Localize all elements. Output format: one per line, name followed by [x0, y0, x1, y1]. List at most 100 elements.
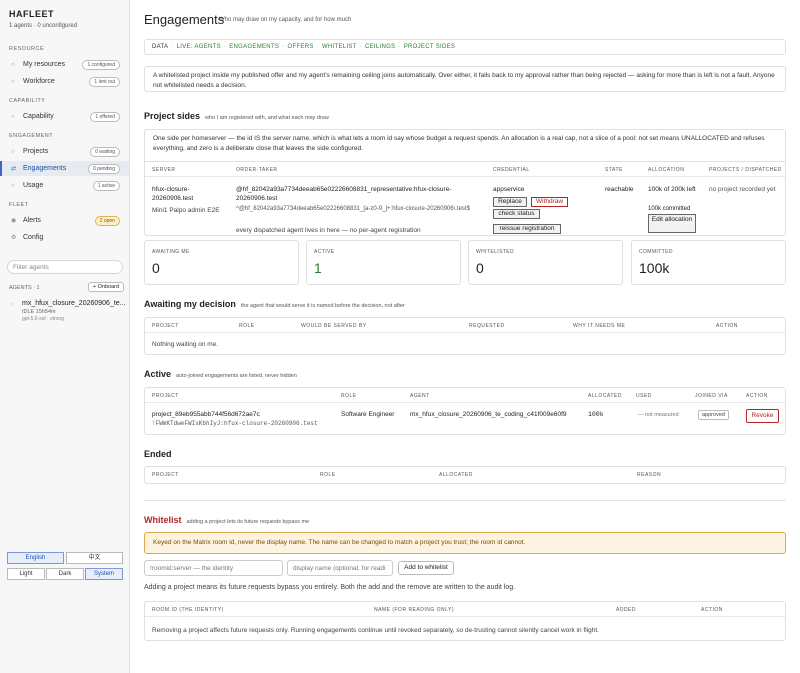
theme-dark-button[interactable]: Dark: [46, 568, 84, 580]
dot-icon: ◉: [11, 218, 17, 224]
whitelist-table: ROOM ID (THE IDENTITY) NAME (FOR READING…: [144, 601, 786, 641]
check-status-button[interactable]: check status: [493, 209, 540, 219]
count-pill: 1 lent out: [89, 77, 120, 87]
link-whitelist[interactable]: WHITELIST: [322, 44, 357, 50]
awaiting-empty: Nothing waiting on me.: [152, 341, 219, 348]
project-sides-table: SERVER ORDER-TAKER CREDENTIAL STATE ALLO…: [144, 161, 786, 236]
order-taker-id: @hf_82042a93a7734deeab65e02226608831_rep…: [236, 186, 452, 202]
count-pill: 0 pending: [88, 164, 120, 174]
count-pill: 1 active: [92, 181, 120, 191]
agent-status: IDLE 15h54m: [22, 309, 56, 315]
stat-committed: COMMITTED 100k: [631, 240, 786, 285]
data-label: DATA: [152, 44, 169, 50]
whitelist-warning: Keyed on the Matrix room id, never the d…: [144, 532, 786, 554]
display-name-input[interactable]: display name (optional, for readi: [287, 560, 393, 576]
server-name: hfux-closure-20260906.test: [152, 186, 194, 202]
reissue-registration-button[interactable]: reissue registration: [493, 224, 561, 234]
lang-english-button[interactable]: English: [7, 552, 64, 564]
section-fleet: FLEET: [9, 202, 29, 208]
sidebar-item-engagements[interactable]: ⇄ Engagements 0 pending: [0, 161, 129, 176]
sidebar-item-my-resources[interactable]: ○ My resources 1 configured: [0, 57, 129, 72]
sidebar-item-config[interactable]: ⚙ Config: [0, 230, 129, 245]
circle-icon: ○: [11, 113, 15, 120]
sidebar-item-alerts[interactable]: ◉ Alerts 2 open: [0, 213, 129, 228]
awaiting-table: PROJECT ROLE WOULD BE SERVED BY REQUESTE…: [144, 317, 786, 355]
agent-name: mx_hfux_closure_20260906_te...: [22, 300, 126, 307]
count-pill: 1 offered: [90, 112, 120, 122]
add-to-whitelist-button[interactable]: Add to whitelist: [398, 561, 454, 575]
agent-model: gpt-5.6-sol · strong: [22, 316, 64, 322]
data-links-bar: DATA · LIVE: AGENTS · ENGAGEMENTS · OFFE…: [144, 39, 786, 55]
state-value: reachable: [605, 186, 634, 193]
active-table: PROJECT ROLE AGENT ALLOCATED USED JOINED…: [144, 387, 786, 435]
credential-type: appservice: [493, 186, 525, 193]
agents-label: AGENTS · 1: [9, 285, 40, 291]
onboard-button[interactable]: + Onboard: [88, 282, 124, 292]
whitelist-note: Adding a project means its future reques…: [144, 584, 516, 591]
theme-light-button[interactable]: Light: [7, 568, 45, 580]
stat-awaiting-me: AWAITING ME 0: [144, 240, 299, 285]
ended-table: PROJECT ROLE ALLOCATED REASON: [144, 466, 786, 484]
page-title: Engagements: [144, 12, 225, 27]
room-id-input[interactable]: !roomid:server — the identity: [144, 560, 283, 576]
brand: HAFLEET: [9, 9, 54, 19]
sidebar-item-usage[interactable]: ○ Usage 1 active: [0, 178, 129, 193]
allocation-value: 100k of 200k left: [648, 186, 696, 193]
edit-allocation-button[interactable]: Edit allocation: [648, 214, 696, 233]
active-agent: mx_hfux_closure_20260906_te_coding_c41f0…: [410, 411, 567, 418]
circle-icon: ○: [11, 78, 15, 85]
circle-icon: ○: [11, 182, 15, 189]
stat-active: ACTIVE 1: [306, 240, 461, 285]
joined-via-badge: approved: [698, 410, 729, 420]
withdraw-button[interactable]: Withdraw: [531, 197, 568, 207]
sidebar-item-projects[interactable]: ○ Projects 0 waiting: [0, 144, 129, 159]
link-offers[interactable]: OFFERS: [288, 44, 314, 50]
sidebar-item-capability[interactable]: ○ Capability 1 offered: [0, 109, 129, 124]
link-live-agents[interactable]: LIVE: AGENTS: [177, 44, 221, 50]
link-ceilings[interactable]: CEILINGS: [365, 44, 395, 50]
stat-whitelisted: WHITELISTED 0: [468, 240, 623, 285]
swap-icon: ⇄: [11, 166, 17, 172]
status-dot-icon: ○: [11, 302, 15, 308]
active-allocated: 100k: [588, 411, 604, 418]
order-taker-note: every dispatched agent lives in here — n…: [236, 227, 421, 234]
revoke-button[interactable]: Revoke: [746, 409, 779, 423]
active-project-id: project_89eb955abb744f56d672ae7c: [152, 411, 260, 418]
whitelist-heading: Whitelist adding a project lets its futur…: [144, 515, 310, 525]
awaiting-heading: Awaiting my decision the agent that would…: [144, 299, 405, 309]
project-sides-heading: Project sides who I am registered with, a…: [144, 111, 329, 121]
filter-agents-input[interactable]: Filter agents: [7, 260, 123, 274]
section-resource: RESOURCE: [9, 46, 45, 52]
agent-list-item[interactable]: ○ mx_hfux_closure_20260906_te... IDLE 15…: [9, 300, 126, 322]
whitelist-footer: Removing a project affects future reques…: [152, 627, 599, 634]
replace-button[interactable]: Replace: [493, 197, 527, 207]
lang-chinese-button[interactable]: 中文: [66, 552, 123, 564]
theme-system-button[interactable]: System: [85, 568, 123, 580]
circle-icon: ○: [11, 148, 15, 155]
section-capability: CAPABILITY: [9, 98, 46, 104]
count-pill: 0 waiting: [90, 147, 120, 157]
link-engagements[interactable]: ENGAGEMENTS: [229, 44, 279, 50]
intro-note: A whitelisted project inside my publishe…: [144, 66, 786, 92]
brand-subtitle: 1 agents · 0 unconfigured: [9, 23, 78, 29]
count-pill: 1 configured: [82, 60, 120, 70]
page-subtitle: Who may draw on my capacity, and for how…: [219, 17, 352, 23]
order-taker-regex: ^@hf_82042a93a7734deeab65e02226608831_[a…: [236, 206, 470, 212]
server-description: Mini1 Palpo admin E2E: [152, 207, 220, 214]
circle-icon: ○: [11, 61, 15, 68]
allocation-committed: 100k committed: [648, 206, 691, 212]
project-sides-note: One side per homeserver — the id IS the …: [144, 129, 786, 162]
ended-heading: Ended: [144, 449, 172, 459]
link-project-sides[interactable]: PROJECT SIDES: [404, 44, 455, 50]
active-heading: Active auto-joined engagements are listed…: [144, 369, 297, 379]
gear-icon: ⚙: [11, 235, 17, 241]
active-role: Software Engineer: [341, 411, 395, 418]
sidebar-item-workforce[interactable]: ○ Workforce 1 lent out: [0, 74, 129, 89]
divider: [144, 500, 786, 501]
active-project-room: !FWmKTdweFWIsKbhIyJ:hfux-closure-2026090…: [152, 420, 318, 427]
projects-dispatched: no project recorded yet: [709, 186, 776, 193]
section-engagement: ENGAGEMENT: [9, 133, 54, 139]
active-used: — not measured: [638, 412, 679, 418]
sidebar: HAFLEET 1 agents · 0 unconfigured RESOUR…: [0, 0, 130, 673]
alerts-pill: 2 open: [94, 216, 120, 226]
